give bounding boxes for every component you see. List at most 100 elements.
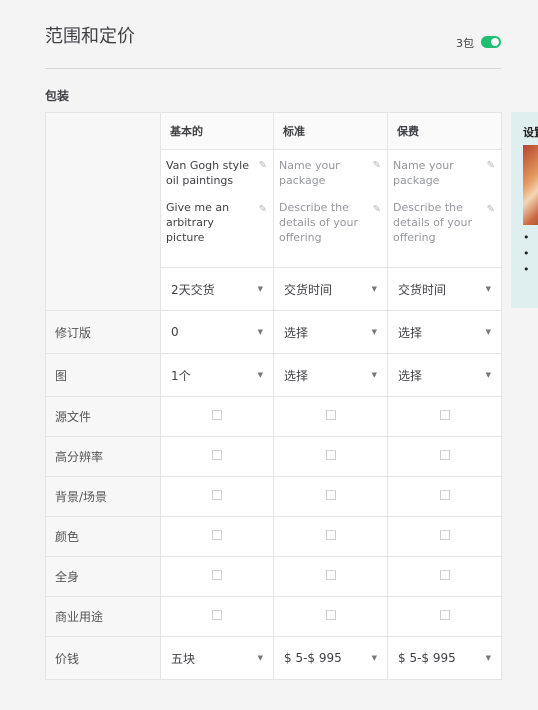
checkbox-cell: [160, 396, 274, 437]
price-select-basic[interactable]: 五块 ▼: [160, 636, 274, 680]
delivery-select-premium[interactable]: 交货时间 ▼: [387, 267, 502, 311]
checkbox-cell: [273, 516, 388, 557]
select-value: 选择: [398, 325, 423, 340]
checkbox[interactable]: [325, 450, 336, 460]
package-description-basic[interactable]: Give me an arbitrary picture ✎: [161, 194, 273, 267]
caret-down-icon: ▼: [257, 371, 263, 379]
checkbox-cell: [273, 556, 388, 597]
package-name-basic[interactable]: Van Gogh style oil paintings ✎: [161, 150, 273, 194]
caret-down-icon: ▼: [485, 654, 491, 662]
row-label-full-body: 全身: [45, 556, 161, 597]
caret-down-icon: ▼: [485, 371, 491, 379]
checkbox-cell: [387, 556, 502, 597]
tips-list: • • •: [523, 230, 530, 278]
checkbox[interactable]: [439, 570, 450, 580]
checkbox-cell: [273, 396, 388, 437]
delivery-select-standard[interactable]: 交货时间 ▼: [273, 267, 388, 311]
caret-down-icon: ▼: [485, 285, 491, 293]
checkbox[interactable]: [325, 410, 336, 420]
select-value: 0: [171, 325, 179, 339]
select-value: 选择: [284, 368, 309, 383]
checkbox-cell: [387, 436, 502, 477]
select-value: 2天交货: [171, 282, 215, 297]
tier-header-standard: 标准: [273, 112, 388, 150]
package-description-text: Give me an arbitrary picture: [166, 201, 230, 244]
checkbox[interactable]: [325, 610, 336, 620]
select-value: $ 5-$ 995: [284, 651, 342, 665]
pencil-icon: ✎: [258, 160, 267, 171]
checkbox[interactable]: [325, 570, 336, 580]
checkbox-cell: [387, 396, 502, 437]
page-title: 范围和定价: [45, 26, 135, 47]
tips-bullet: •: [523, 263, 530, 276]
tips-panel: 设置 • • •: [511, 112, 538, 308]
figures-select-standard[interactable]: 选择 ▼: [273, 353, 388, 397]
tips-panel-title: 设置: [523, 126, 538, 139]
checkbox[interactable]: [212, 610, 222, 620]
row-label-revisions: 修订版: [45, 310, 161, 354]
tier-standard-text: Name your package ✎ Describe the details …: [273, 149, 388, 268]
checkbox[interactable]: [212, 570, 222, 580]
checkbox[interactable]: [212, 530, 222, 540]
tier-premium-text: Name your package ✎ Describe the details …: [387, 149, 502, 268]
package-name-text: Name your package: [393, 159, 454, 187]
package-name-text: Van Gogh style oil paintings: [166, 159, 249, 187]
tier-basic-text: Van Gogh style oil paintings ✎ Give me an…: [160, 149, 274, 268]
figures-select-basic[interactable]: 1个 ▼: [160, 353, 274, 397]
packages-toggle[interactable]: [481, 36, 501, 48]
checkbox[interactable]: [325, 490, 336, 500]
pencil-icon: ✎: [486, 160, 495, 171]
select-value: 选择: [398, 368, 423, 383]
checkbox[interactable]: [439, 410, 450, 420]
caret-down-icon: ▼: [257, 328, 263, 336]
price-select-standard[interactable]: $ 5-$ 995 ▼: [273, 636, 388, 680]
revisions-select-premium[interactable]: 选择 ▼: [387, 310, 502, 354]
package-description-text: Describe the details of your offering: [279, 201, 358, 244]
select-value: 交货时间: [398, 282, 447, 297]
checkbox[interactable]: [439, 450, 450, 460]
checkbox[interactable]: [212, 410, 222, 420]
pencil-icon: ✎: [372, 160, 381, 171]
tier-header-premium: 保费: [387, 112, 502, 150]
checkbox-cell: [273, 436, 388, 477]
checkbox-cell: [273, 476, 388, 517]
row-label-high-resolution: 高分辨率: [45, 436, 161, 477]
row-label-figures: 图: [45, 353, 161, 397]
tips-bullet: •: [523, 231, 530, 244]
checkbox-cell: [160, 556, 274, 597]
tips-image: [523, 145, 538, 225]
checkbox[interactable]: [212, 450, 222, 460]
caret-down-icon: ▼: [485, 328, 491, 336]
package-description-premium[interactable]: Describe the details of your offering ✎: [388, 194, 501, 267]
checkbox-cell: [160, 596, 274, 637]
delivery-select-basic[interactable]: 2天交货 ▼: [160, 267, 274, 311]
checkbox[interactable]: [439, 490, 450, 500]
figures-select-premium[interactable]: 选择 ▼: [387, 353, 502, 397]
caret-down-icon: ▼: [371, 371, 377, 379]
revisions-select-standard[interactable]: 选择 ▼: [273, 310, 388, 354]
checkbox-cell: [273, 596, 388, 637]
checkbox[interactable]: [439, 610, 450, 620]
checkbox-cell: [387, 596, 502, 637]
row-label-price: 价钱: [45, 636, 161, 680]
packages-table: 基本的 标准 保费 Van Gogh style oil paintings ✎ …: [45, 112, 502, 680]
toggle-knob: [491, 38, 499, 46]
checkbox[interactable]: [439, 530, 450, 540]
revisions-select-basic[interactable]: 0 ▼: [160, 310, 274, 354]
checkbox[interactable]: [212, 490, 222, 500]
caret-down-icon: ▼: [371, 654, 377, 662]
price-select-premium[interactable]: $ 5-$ 995 ▼: [387, 636, 502, 680]
caret-down-icon: ▼: [257, 654, 263, 662]
checkbox-cell: [160, 516, 274, 557]
select-value: 五块: [171, 651, 196, 666]
package-description-standard[interactable]: Describe the details of your offering ✎: [274, 194, 387, 267]
checkbox[interactable]: [325, 530, 336, 540]
package-name-premium[interactable]: Name your package ✎: [388, 150, 501, 194]
package-name-text: Name your package: [279, 159, 340, 187]
caret-down-icon: ▼: [371, 328, 377, 336]
package-count-label: 3包: [456, 37, 474, 50]
row-label-background: 背景/场景: [45, 476, 161, 517]
pencil-icon: ✎: [486, 204, 495, 215]
package-name-standard[interactable]: Name your package ✎: [274, 150, 387, 194]
checkbox-cell: [160, 476, 274, 517]
